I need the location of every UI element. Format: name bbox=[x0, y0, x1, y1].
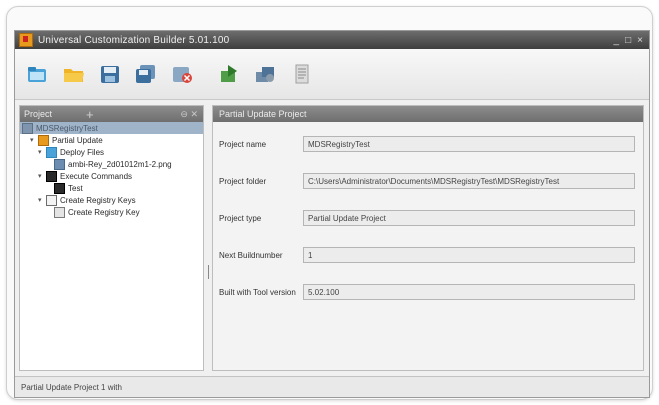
next-buildnumber-field[interactable]: 1 bbox=[303, 247, 635, 263]
toolbar-separator bbox=[205, 61, 207, 87]
expand-toggle-icon[interactable]: ▾ bbox=[38, 172, 46, 180]
project-type-field[interactable]: Partial Update Project bbox=[303, 210, 635, 226]
pane-splitter[interactable] bbox=[207, 105, 210, 369]
minimize-button[interactable]: _ bbox=[614, 35, 620, 46]
property-project-type: Project type Partial Update Project bbox=[219, 207, 637, 229]
properties-pane-header: Partial Update Project bbox=[213, 106, 643, 122]
tree-item-project-root[interactable]: MDSRegistryTest bbox=[20, 122, 203, 134]
maximize-button[interactable]: □ bbox=[625, 35, 631, 46]
tree-item-create-registry-keys[interactable]: ▾ Create Registry Keys bbox=[20, 194, 203, 206]
image-file-icon bbox=[54, 158, 65, 170]
property-label: Project folder bbox=[219, 176, 267, 186]
expand-toggle-icon[interactable]: ▾ bbox=[30, 136, 38, 144]
save-all-button[interactable] bbox=[133, 61, 159, 87]
tree-item-execute-commands[interactable]: ▾ Execute Commands bbox=[20, 170, 203, 182]
build-icon bbox=[221, 65, 237, 82]
save-button[interactable] bbox=[97, 61, 123, 87]
project-icon bbox=[22, 122, 33, 134]
property-label: Next Buildnumber bbox=[219, 250, 283, 260]
tree-item-test[interactable]: Test bbox=[20, 182, 203, 194]
files-icon bbox=[46, 146, 57, 158]
project-pane-title: Project bbox=[24, 109, 53, 119]
expand-toggle-icon[interactable]: ▾ bbox=[38, 148, 46, 156]
collapse-icon[interactable]: ⊖ bbox=[180, 109, 188, 119]
build-all-button[interactable] bbox=[253, 61, 279, 87]
open-project-button[interactable] bbox=[61, 61, 87, 87]
tree-item-label: Deploy Files bbox=[60, 147, 105, 157]
close-project-button[interactable] bbox=[169, 61, 195, 87]
tree-item-label: Partial Update bbox=[52, 135, 103, 145]
properties-pane-title: Partial Update Project bbox=[219, 109, 307, 119]
package-icon bbox=[38, 134, 49, 146]
tree-item-label: ambi-Rey_2d01012m1-2.png bbox=[68, 159, 172, 169]
tree-item-deploy-files[interactable]: ▾ Deploy Files bbox=[20, 146, 203, 158]
project-pane-header: Project + ⊖ ✕ bbox=[20, 106, 203, 122]
window-title: Universal Customization Builder 5.01.100 bbox=[38, 34, 230, 46]
save-all-icon bbox=[136, 65, 155, 83]
build-all-icon bbox=[256, 67, 274, 82]
new-project-icon bbox=[28, 67, 46, 82]
tree-item-label: Execute Commands bbox=[60, 171, 133, 181]
property-label: Project type bbox=[219, 213, 262, 223]
title-bar: Universal Customization Builder 5.01.100… bbox=[15, 31, 649, 49]
property-next-buildnumber: Next Buildnumber 1 bbox=[219, 244, 637, 266]
close-pane-icon[interactable]: ✕ bbox=[190, 109, 198, 119]
save-icon bbox=[101, 66, 119, 83]
property-label: Project name bbox=[219, 139, 267, 149]
properties-pane: Partial Update Project Project name MDSR… bbox=[212, 105, 644, 371]
project-tree: MDSRegistryTest ▾ Partial Update ▾ Deplo… bbox=[20, 122, 203, 218]
property-label: Built with Tool version bbox=[219, 287, 296, 297]
pane-tools: ⊖ ✕ bbox=[180, 109, 198, 120]
new-project-button[interactable] bbox=[25, 61, 51, 87]
project-tree-pane: Project + ⊖ ✕ MDSRegistryTest ▾ Partial … bbox=[19, 105, 204, 371]
tree-item-label: Create Registry Key bbox=[68, 207, 140, 217]
app-window: Universal Customization Builder 5.01.100… bbox=[14, 30, 650, 398]
tree-item-label: Test bbox=[68, 183, 83, 193]
toolbar bbox=[15, 49, 649, 100]
tree-item-file[interactable]: ambi-Rey_2d01012m1-2.png bbox=[20, 158, 203, 170]
status-text: Partial Update Project 1 with bbox=[21, 382, 122, 392]
project-folder-field[interactable]: C:\Users\Administrator\Documents\MDSRegi… bbox=[303, 173, 635, 189]
tree-item-label: MDSRegistryTest bbox=[36, 123, 98, 133]
close-project-icon bbox=[173, 67, 192, 83]
add-item-icon[interactable]: + bbox=[86, 107, 94, 122]
close-button[interactable]: × bbox=[637, 35, 643, 46]
project-properties: Project name MDSRegistryTest Project fol… bbox=[219, 122, 637, 364]
expand-toggle-icon[interactable]: ▾ bbox=[38, 196, 46, 204]
open-folder-icon bbox=[64, 69, 84, 82]
property-project-folder: Project folder C:\Users\Administrator\Do… bbox=[219, 170, 637, 192]
status-bar: Partial Update Project 1 with bbox=[15, 376, 649, 397]
tree-item-label: Create Registry Keys bbox=[60, 195, 136, 205]
registry-icon bbox=[46, 194, 57, 206]
project-name-field[interactable]: MDSRegistryTest bbox=[303, 136, 635, 152]
document-icon bbox=[295, 64, 309, 84]
command-icon bbox=[54, 182, 65, 194]
app-logo-icon bbox=[19, 33, 33, 47]
registry-key-icon bbox=[54, 206, 65, 218]
command-icon bbox=[46, 170, 57, 182]
window-controls: _ □ × bbox=[614, 35, 643, 46]
tree-item-partial-update[interactable]: ▾ Partial Update bbox=[20, 134, 203, 146]
property-tool-version: Built with Tool version 5.02.100 bbox=[219, 281, 637, 303]
build-button[interactable] bbox=[217, 61, 243, 87]
tool-version-field[interactable]: 5.02.100 bbox=[303, 284, 635, 300]
document-button[interactable] bbox=[289, 61, 315, 87]
tree-item-create-registry-key[interactable]: Create Registry Key bbox=[20, 206, 203, 218]
property-project-name: Project name MDSRegistryTest bbox=[219, 133, 637, 155]
